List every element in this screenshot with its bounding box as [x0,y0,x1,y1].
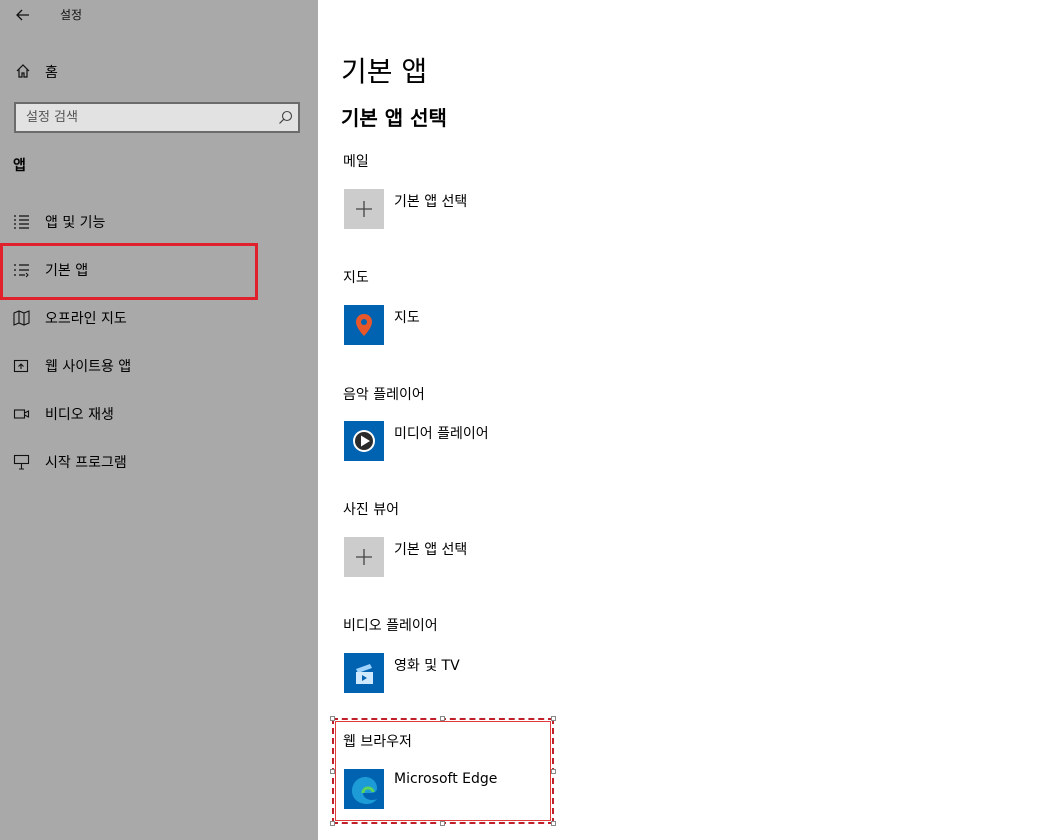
selection-highlight [0,243,258,300]
sidebar-item-label: 시작 프로그램 [45,455,127,471]
resize-handle[interactable] [330,769,335,774]
category-label-photo-viewer: 사진 뷰어 [343,502,399,518]
default-app-video-player[interactable]: 영화 및 TV [344,653,744,693]
default-app-mail[interactable]: 기본 앱 선택 [344,189,744,229]
selection-box [330,716,556,826]
resize-handle[interactable] [330,821,335,826]
sidebar-item-label: 앱 및 기능 [45,215,106,231]
sidebar-item-label: 비디오 재생 [45,407,114,423]
app-name: 기본 앱 선택 [394,542,468,558]
back-arrow-icon [16,9,29,21]
search-icon[interactable] [278,110,293,125]
category-label-mail: 메일 [343,154,369,170]
sidebar-item-startup[interactable]: 시작 프로그램 [0,438,318,486]
plus-icon [344,189,384,229]
apps-features-icon [14,215,29,229]
app-name: 미디어 플레이어 [394,426,489,442]
section-heading-apps: 앱 [13,158,26,174]
search-input[interactable] [16,104,271,131]
search-box[interactable] [14,102,300,133]
back-button[interactable] [12,4,34,26]
media-player-icon [344,421,384,461]
home-label: 홈 [45,65,58,81]
sidebar: 설정 홈 앱 앱 및 기능 기본 앱 오프라인 지도 웹 사이트용 앱 비디오 … [0,0,318,840]
sidebar-item-video-playback[interactable]: 비디오 재생 [0,390,318,438]
maps-icon [344,305,384,345]
offline-maps-icon [13,310,30,326]
category-label-music-player: 음악 플레이어 [343,387,425,403]
window-title: 설정 [60,8,83,22]
main-content: 기본 앱 기본 앱 선택 메일 기본 앱 선택 지도 지도 음악 플레이어 미디… [318,0,1045,840]
resize-handle[interactable] [551,769,556,774]
resize-handle[interactable] [440,821,445,826]
sidebar-item-label: 오프라인 지도 [45,311,127,327]
resize-handle[interactable] [551,716,556,721]
app-name: 영화 및 TV [394,658,460,674]
default-app-maps[interactable]: 지도 [344,305,744,345]
startup-icon [13,454,30,470]
resize-handle[interactable] [440,716,445,721]
app-name: 지도 [394,310,420,326]
sidebar-item-apps-features[interactable]: 앱 및 기능 [0,198,318,246]
default-app-photo-viewer[interactable]: 기본 앱 선택 [344,537,744,577]
home-nav-item[interactable]: 홈 [0,54,318,88]
title-bar: 설정 [0,0,318,30]
default-app-music-player[interactable]: 미디어 플레이어 [344,421,744,461]
resize-handle[interactable] [551,821,556,826]
category-label-video-player: 비디오 플레이어 [343,618,438,634]
sidebar-item-label: 웹 사이트용 앱 [45,359,132,375]
video-playback-icon [13,409,30,419]
app-name: 기본 앱 선택 [394,194,468,210]
page-title: 기본 앱 [341,55,428,88]
sidebar-item-offline-maps[interactable]: 오프라인 지도 [0,294,318,342]
apps-for-websites-icon [13,359,29,373]
movies-tv-icon [344,653,384,693]
home-icon [16,64,30,78]
category-label-maps: 지도 [343,270,369,286]
page-subtitle: 기본 앱 선택 [341,106,447,130]
resize-handle[interactable] [330,716,335,721]
plus-icon [344,537,384,577]
sidebar-item-apps-for-websites[interactable]: 웹 사이트용 앱 [0,342,318,390]
